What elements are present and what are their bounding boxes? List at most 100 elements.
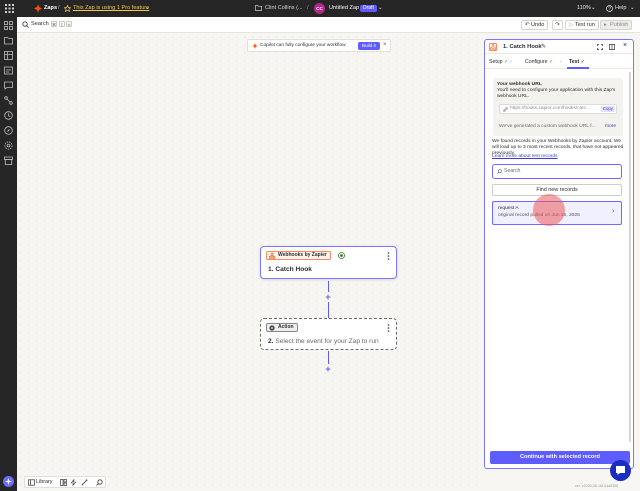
copy-button[interactable]: Copy	[600, 106, 615, 112]
redo-icon: ↷	[555, 22, 560, 28]
edit-pencil-icon[interactable]: ✎	[541, 44, 546, 50]
tab-separator: ›	[560, 59, 562, 65]
zoom-level[interactable]: 110%	[577, 4, 591, 13]
zapier-logo-icon[interactable]	[34, 4, 42, 13]
table-icon[interactable]	[4, 51, 13, 60]
add-step-icon[interactable]: +	[324, 365, 332, 374]
search-label[interactable]: Search	[31, 21, 49, 27]
chevron-down-icon[interactable]: ⌄	[591, 4, 596, 13]
chevron-down-icon[interactable]: ⌄	[145, 4, 150, 13]
lightning-icon[interactable]	[70, 479, 77, 486]
panel-title[interactable]: 1. Catch Hook	[503, 44, 542, 50]
webhook-icon	[489, 43, 497, 51]
connector-line	[328, 281, 329, 292]
zap-canvas[interactable]	[17, 33, 483, 491]
close-icon[interactable]: ×	[623, 42, 627, 49]
publish-button[interactable]: ▸ Publish	[600, 20, 633, 30]
star-icon[interactable]	[64, 5, 71, 12]
learn-more-link[interactable]: Learn more about test records	[492, 154, 558, 160]
interface-icon[interactable]	[4, 66, 13, 75]
chatbot-icon[interactable]	[4, 81, 13, 90]
version-text: ver. v2026-06-16f-04d8356	[575, 484, 619, 488]
help-menu[interactable]: Help	[615, 4, 627, 13]
settings-icon[interactable]	[4, 141, 13, 150]
webhook-url-field[interactable]: https://hooks.zapier.com/hooks/catc... C…	[499, 104, 617, 114]
check-icon: ✓	[504, 59, 509, 65]
help-icon[interactable]: ?	[606, 5, 613, 12]
action-step-card[interactable]: Action 2. Select the event for your Zap …	[260, 318, 397, 350]
link-icon	[503, 107, 508, 112]
tab-separator: ›	[510, 59, 512, 65]
records-search-input[interactable]: Search	[492, 164, 622, 179]
app-name[interactable]: Zaps	[44, 4, 57, 13]
step-title: 1. Catch Hook	[268, 266, 312, 273]
top-bar: Zaps / This Zap is using 1 Pro feature ⌄…	[0, 0, 640, 17]
library-icon[interactable]	[28, 479, 35, 486]
canvas-tools: Library	[24, 476, 106, 488]
keyboard-shortcut: ⌘ ⇧ K	[51, 21, 73, 27]
connector-line	[328, 351, 329, 364]
explore-icon[interactable]	[4, 126, 13, 135]
step-placeholder: 2. Select the event for your Zap to run	[268, 338, 379, 345]
active-tab-indicator	[567, 67, 589, 69]
cursor-highlight	[533, 194, 565, 226]
avatar[interactable]: CC	[314, 3, 325, 14]
check-status-icon	[338, 252, 345, 259]
history-icon[interactable]	[4, 111, 13, 120]
copilot-icon	[252, 43, 258, 49]
webhook-description: You'll need to configure your applicatio…	[497, 88, 616, 99]
find-new-records-button[interactable]: Find new records	[492, 184, 622, 196]
apps-icon[interactable]	[4, 21, 13, 30]
zoom-search-icon[interactable]	[96, 479, 103, 486]
chevron-down-icon[interactable]: ⌄	[378, 4, 383, 13]
action-icon	[269, 325, 275, 331]
canvas-icon[interactable]	[4, 96, 13, 105]
status-badge: Draft	[360, 4, 377, 13]
webhook-url-box: Your webhook URL You'll need to configur…	[493, 78, 623, 136]
more-options-icon[interactable]	[387, 252, 390, 260]
check-icon: ✓	[548, 59, 554, 65]
trigger-step-card[interactable]: Webhooks by Zapier 1. Catch Hook	[260, 246, 397, 279]
continue-button[interactable]: Continue with selected record	[490, 451, 630, 464]
layout-icon[interactable]	[60, 479, 67, 486]
chevron-right-icon[interactable]: ›	[612, 208, 614, 215]
expand-icon[interactable]	[597, 44, 603, 50]
svg-text:?: ?	[608, 6, 611, 12]
zap-name[interactable]: Untitled Zap	[329, 4, 359, 13]
redo-button[interactable]: ↷	[552, 20, 563, 30]
webhook-icon	[269, 253, 275, 259]
step-editor-panel: 1. Catch Hook ✎ × Setup ✓ › Configure ✓ …	[484, 39, 634, 469]
archive-icon[interactable]	[4, 156, 13, 165]
breadcrumb-separator: /	[58, 5, 60, 11]
test-run-button[interactable]: ▷ Test run	[565, 20, 599, 30]
check-icon: ✓	[580, 59, 586, 65]
close-icon[interactable]: ×	[383, 42, 387, 48]
library-label[interactable]: Library	[36, 479, 52, 485]
folder-icon	[255, 5, 262, 11]
build-it-button[interactable]: Build it	[358, 42, 380, 50]
tab-configure[interactable]: Configure ✓	[525, 59, 553, 65]
breadcrumb-separator: /	[307, 5, 309, 11]
tab-setup[interactable]: Setup ✓	[489, 59, 508, 65]
copilot-message: Copilot can fully configure your workflo…	[260, 43, 346, 48]
record-title: request A	[498, 206, 519, 211]
search-icon[interactable]	[22, 21, 29, 28]
chevron-down-icon[interactable]: ⌄	[630, 4, 635, 13]
folder-icon[interactable]	[4, 36, 13, 45]
pro-feature-notice[interactable]: This Zap is using 1 Pro feature	[73, 4, 149, 13]
split-view-icon[interactable]	[609, 44, 615, 50]
assistant-fab[interactable]	[3, 476, 14, 487]
more-options-icon[interactable]	[387, 324, 390, 332]
support-chat-button[interactable]	[610, 460, 631, 481]
folder-name[interactable]: Clint Collins (...	[265, 4, 303, 13]
grid-menu-icon[interactable]	[5, 4, 14, 13]
add-step-icon[interactable]: +	[324, 293, 332, 302]
wand-icon[interactable]	[81, 479, 88, 486]
app-chip: Webhooks by Zapier	[266, 251, 331, 260]
undo-button[interactable]: ↶Undo	[521, 20, 549, 30]
left-sidebar	[0, 17, 17, 491]
panel-tabs: Setup ✓ › Configure ✓ › Test ✓	[485, 55, 633, 69]
tab-test[interactable]: Test ✓	[569, 59, 585, 65]
more-link[interactable]: more	[605, 124, 616, 130]
panel-scrollbar[interactable]	[629, 72, 631, 442]
